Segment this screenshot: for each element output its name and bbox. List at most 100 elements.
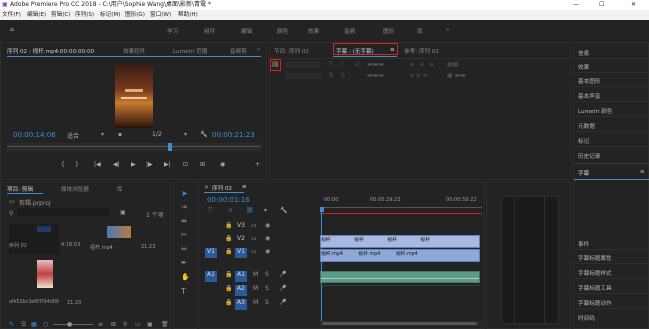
workspace-audio[interactable]: 音频 xyxy=(344,27,355,35)
mute-icon[interactable]: M xyxy=(253,299,258,306)
add-marker-icon[interactable]: ▾ xyxy=(264,207,267,214)
panel-item-info[interactable]: 信息 xyxy=(578,49,589,57)
font-size-icon[interactable]: T xyxy=(329,61,333,68)
playhead[interactable] xyxy=(168,143,172,151)
align-center-icon[interactable]: ≡ xyxy=(419,61,424,68)
tab-lumetri-scopes[interactable]: Lumetri 范围 xyxy=(173,47,207,55)
caption-add-icon[interactable]: ▤ xyxy=(272,60,279,68)
track-label[interactable]: A3 xyxy=(235,299,247,310)
microphone-icon[interactable]: 🎤 xyxy=(279,299,286,306)
home-icon[interactable]: ⌂ xyxy=(10,27,14,33)
tab-audio-clip[interactable]: 音频剪 xyxy=(230,47,247,55)
tab-timeline-sequence[interactable]: 序列 02 xyxy=(212,184,232,192)
panel-item-markers[interactable]: 标记 xyxy=(578,137,589,145)
export-frame-icon[interactable]: ◉ xyxy=(220,161,225,168)
panel-item-title-styles[interactable]: 字幕标题样式 xyxy=(578,269,612,277)
background-color-icon[interactable]: ▬▬▬ xyxy=(367,72,384,79)
track-label[interactable]: A1 xyxy=(235,271,247,282)
source-patch-a1[interactable]: A1 xyxy=(205,271,217,282)
tab-libraries[interactable]: 库 xyxy=(117,185,123,193)
write-lock-icon[interactable]: ✎ xyxy=(9,321,14,328)
solo-icon[interactable]: S xyxy=(265,299,269,306)
align-left-icon[interactable]: ≡ xyxy=(409,61,414,68)
zoom-slider[interactable] xyxy=(53,324,93,325)
track-label[interactable]: A2 xyxy=(235,285,247,296)
italic-icon[interactable]: I xyxy=(341,61,343,68)
new-item-icon[interactable]: ▣ xyxy=(147,321,153,328)
snap-icon[interactable]: ∩ xyxy=(228,207,232,214)
tab-reference[interactable]: 参考: 序列 02 xyxy=(404,47,439,55)
eye-icon[interactable]: ◉ xyxy=(265,235,270,242)
resolution-dropdown[interactable]: 1/2 xyxy=(152,131,162,138)
source-scrubber[interactable] xyxy=(7,143,261,151)
timeline-timecode[interactable]: 00:00:01:16 xyxy=(207,196,250,204)
go-to-in-icon[interactable]: |◀ xyxy=(94,161,101,168)
nest-icon[interactable]: ⤧ xyxy=(208,207,213,215)
sync-icon[interactable]: ▭ xyxy=(251,248,257,255)
panel-item-effects[interactable]: 效果 xyxy=(578,63,589,71)
workspace-graphics[interactable]: 图形 xyxy=(383,27,394,35)
play-icon[interactable]: ▶ xyxy=(131,161,136,168)
eye-icon[interactable]: ◉ xyxy=(265,222,270,229)
new-bin-icon[interactable]: ▣ xyxy=(120,209,126,216)
track-select-icon[interactable]: ⇥ xyxy=(181,203,187,211)
track-label[interactable]: V1 xyxy=(235,248,247,258)
selection-tool-icon[interactable]: ➤ xyxy=(181,189,188,198)
lock-icon[interactable]: 🔒 xyxy=(225,235,232,242)
lock-icon[interactable]: 🔒 xyxy=(225,248,232,255)
lock-icon[interactable]: 🔒 xyxy=(225,271,232,278)
work-area-bar[interactable] xyxy=(320,213,482,214)
close-tab-icon[interactable]: ✕ xyxy=(204,184,209,191)
linked-selection-icon[interactable]: ⛓ xyxy=(246,207,254,214)
source-patch-v1[interactable]: V1 xyxy=(205,248,217,258)
find-icon[interactable]: ⚲ xyxy=(123,321,127,328)
clip-thumbnail[interactable] xyxy=(107,226,131,238)
zoom-out-icon[interactable]: ○ xyxy=(43,321,48,328)
microphone-icon[interactable]: 🎤 xyxy=(279,285,286,292)
mute-icon[interactable]: M xyxy=(253,271,258,278)
menu-graphics[interactable]: 图形(G) xyxy=(125,10,145,20)
pen-tool-icon[interactable]: ✒ xyxy=(181,259,187,267)
lock-icon[interactable]: 🔒 xyxy=(225,299,232,306)
lock-icon[interactable]: 🔒 xyxy=(225,285,232,292)
mark-out-icon[interactable]: } xyxy=(75,161,79,168)
maximize-button[interactable]: ☐ xyxy=(599,0,604,10)
panel-item-history[interactable]: 历史记录 xyxy=(578,152,600,160)
wrench-icon[interactable]: 🔧 xyxy=(280,207,287,214)
tab-effect-controls[interactable]: 效果控件 xyxy=(123,47,145,55)
new-folder-icon[interactable]: ▭ xyxy=(135,321,141,328)
clip-a1[interactable] xyxy=(320,271,480,283)
add-button-icon[interactable]: + xyxy=(255,161,260,168)
microphone-icon[interactable]: 🎤 xyxy=(279,271,286,278)
overwrite-icon[interactable]: ⊞ xyxy=(200,161,205,168)
menu-clip[interactable]: 剪辑(C) xyxy=(51,10,70,20)
tab-program[interactable]: 节目: 序列 02 xyxy=(274,47,309,55)
tab-project[interactable]: 项目: 剪辑 xyxy=(7,185,33,193)
timeline-scrollbar[interactable] xyxy=(320,321,482,326)
workspace-learning[interactable]: 学习 xyxy=(167,27,178,35)
trash-icon[interactable]: 🗑 xyxy=(161,321,169,328)
bold-icon[interactable]: B xyxy=(329,72,333,79)
eye-icon[interactable]: ◉ xyxy=(265,248,270,255)
chevron-down-icon[interactable]: ▾ xyxy=(184,131,187,138)
solo-icon[interactable]: S xyxy=(265,285,269,292)
source-timecode[interactable]: 00:00:14:06 xyxy=(13,131,56,139)
panel-menu-icon[interactable]: ≡ xyxy=(242,184,247,190)
workspace-libraries[interactable]: 库 xyxy=(417,27,423,35)
sequence-thumbnail[interactable] xyxy=(9,224,59,254)
position-grid-icon[interactable]: ▦▦ xyxy=(447,61,458,68)
ripple-edit-icon[interactable]: ⇹ xyxy=(181,217,187,225)
align-right-icon[interactable]: ≡ xyxy=(429,61,434,68)
caption-settings-icon[interactable]: ▣ ▬▬ xyxy=(447,72,466,79)
step-back-icon[interactable]: ◀| xyxy=(113,161,120,168)
strike-icon[interactable]: S xyxy=(341,72,345,79)
wrench-icon[interactable]: 🔧 xyxy=(200,131,207,138)
go-to-out-icon[interactable]: ▶| xyxy=(164,161,171,168)
step-forward-icon[interactable]: |▶ xyxy=(146,161,153,168)
panel-item-title-actions[interactable]: 字幕标题动作 xyxy=(578,299,612,307)
lock-icon[interactable]: 🔒 xyxy=(225,222,232,229)
chevron-down-icon[interactable]: ▾ xyxy=(101,131,104,138)
image-thumbnail[interactable] xyxy=(37,260,53,288)
workspace-effects[interactable]: 效果 xyxy=(308,27,319,35)
menu-file[interactable]: 文件(F) xyxy=(2,10,21,20)
